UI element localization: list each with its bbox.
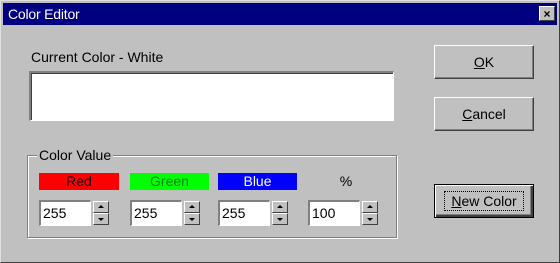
ok-button-label: OK xyxy=(473,54,495,70)
red-value-input[interactable]: 255 xyxy=(39,200,91,226)
green-spin-down-button[interactable] xyxy=(184,213,200,225)
close-button[interactable]: × xyxy=(539,6,555,21)
spin-up-icon xyxy=(367,205,373,208)
current-color-swatch xyxy=(29,71,394,121)
title-bar: Color Editor × xyxy=(3,3,557,25)
green-spin-up-button[interactable] xyxy=(184,201,200,213)
spin-down-icon xyxy=(277,218,283,221)
percent-spin-down-button[interactable] xyxy=(362,213,378,225)
blue-label: Blue xyxy=(218,173,297,190)
new-color-button-label: New Color xyxy=(444,191,524,211)
cancel-button-label: Cancel xyxy=(462,106,506,122)
green-label: Green xyxy=(130,173,209,190)
new-color-button[interactable]: New Color xyxy=(434,184,534,218)
cancel-button[interactable]: Cancel xyxy=(434,97,534,131)
spin-up-icon xyxy=(189,205,195,208)
red-spin-up-button[interactable] xyxy=(93,201,109,213)
current-color-label: Current Color - White xyxy=(31,49,164,65)
percent-value-input[interactable]: 100 xyxy=(308,200,360,226)
blue-spin-up-button[interactable] xyxy=(272,201,288,213)
blue-spin-down-button[interactable] xyxy=(272,213,288,225)
spin-down-icon xyxy=(98,218,104,221)
green-value-input[interactable]: 255 xyxy=(130,200,182,226)
blue-value-input[interactable]: 255 xyxy=(218,200,270,226)
window-title: Color Editor xyxy=(8,6,80,22)
percent-spin-up-button[interactable] xyxy=(362,201,378,213)
red-label: Red xyxy=(39,173,119,190)
spin-up-icon xyxy=(98,205,104,208)
color-editor-dialog: Color Editor × Current Color - White OK … xyxy=(0,0,560,263)
spin-down-icon xyxy=(367,218,373,221)
spin-up-icon xyxy=(277,205,283,208)
percent-label: % xyxy=(339,173,353,189)
red-spin-down-button[interactable] xyxy=(93,213,109,225)
spin-down-icon xyxy=(189,218,195,221)
color-value-group-label: Color Value xyxy=(37,147,114,163)
ok-button[interactable]: OK xyxy=(434,45,534,79)
